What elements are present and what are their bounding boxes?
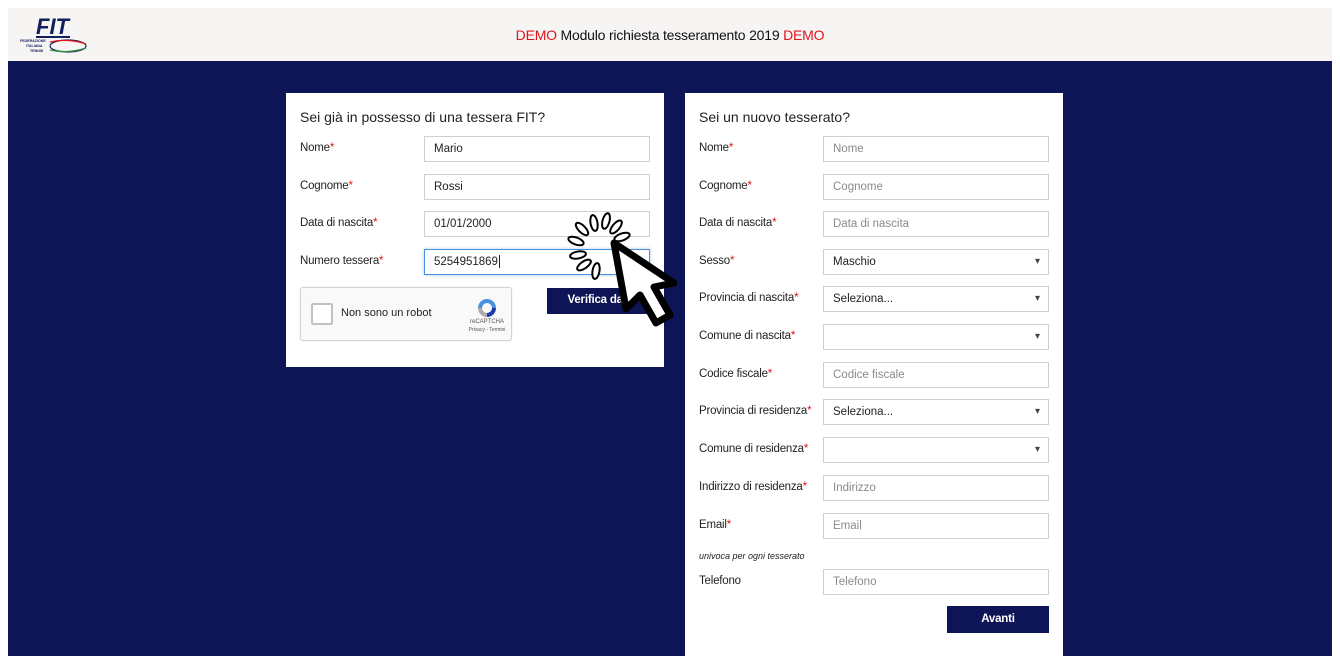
field-label: Indirizzo di residenza* — [699, 481, 807, 493]
new-member-card: Sei un nuovo tesserato? Nome* Nome Cogno… — [685, 93, 1063, 656]
captcha-links[interactable]: Privacy - Termini — [449, 327, 525, 333]
comune-residenza-select[interactable] — [823, 437, 1049, 463]
field-label: Email* — [699, 519, 732, 531]
form-row-provincia-nascita: Provincia di nascita* Seleziona... — [685, 286, 1063, 312]
hand-pointer-click-icon — [567, 212, 678, 327]
demo-tag-left: DEMO — [515, 26, 557, 43]
existing-member-heading: Sei già in possesso di una tessera FIT? — [300, 109, 546, 125]
svg-text:FIT: FIT — [36, 14, 71, 39]
field-label: Nome* — [300, 142, 335, 154]
email-note: univoca per ogni tesserato — [699, 551, 805, 561]
field-label: Cognome* — [300, 180, 353, 192]
form-row-cognome: Cognome* Cognome — [685, 174, 1063, 200]
cognome-input[interactable]: Cognome — [823, 174, 1049, 200]
form-row-comune-residenza: Comune di residenza* — [685, 437, 1063, 463]
field-label: Comune di residenza* — [699, 443, 809, 455]
avanti-button[interactable]: Avanti — [947, 606, 1049, 633]
form-row-telefono: Telefono Telefono — [685, 569, 1063, 595]
form-row-nome: Nome* Mario — [286, 136, 664, 162]
form-row-email: Email* Email — [685, 513, 1063, 539]
field-label: Data di nascita* — [699, 217, 777, 229]
telefono-input[interactable]: Telefono — [823, 569, 1049, 595]
form-row-codice-fiscale: Codice fiscale* Codice fiscale — [685, 362, 1063, 388]
title-text: Modulo richiesta tesseramento 2019 — [556, 26, 784, 43]
cognome-input[interactable]: Rossi — [424, 174, 650, 200]
header-bar: FIT FEDERAZIONE ITALIANA TENNIS DEMO Mod… — [8, 8, 1332, 61]
provincia-nascita-select[interactable]: Seleziona... — [823, 286, 1049, 312]
recaptcha-icon — [478, 299, 496, 317]
page-title: DEMO Modulo richiesta tesseramento 2019 … — [516, 27, 825, 43]
svg-text:ITALIANA: ITALIANA — [26, 44, 43, 48]
indirizzo-input[interactable]: Indirizzo — [823, 475, 1049, 501]
field-label: Sesso* — [699, 255, 735, 267]
main-area: Sei già in possesso di una tessera FIT? … — [8, 61, 1332, 656]
form-row-cognome: Cognome* Rossi — [286, 174, 664, 200]
email-input[interactable]: Email — [823, 513, 1049, 539]
captcha-checkbox[interactable] — [311, 303, 333, 325]
field-label: Cognome* — [699, 180, 752, 192]
field-label: Provincia di residenza* — [699, 405, 812, 417]
field-label: Codice fiscale* — [699, 368, 773, 380]
field-label: Numero tessera* — [300, 255, 384, 267]
comune-nascita-select[interactable] — [823, 324, 1049, 350]
nome-input[interactable]: Nome — [823, 136, 1049, 162]
form-row-indirizzo: Indirizzo di residenza* Indirizzo — [685, 475, 1063, 501]
data-nascita-input[interactable]: Data di nascita — [823, 211, 1049, 237]
svg-text:TENNIS: TENNIS — [30, 49, 44, 53]
recaptcha-widget: Non sono un robot reCAPTCHA Privacy - Te… — [300, 287, 512, 341]
field-label: Data di nascita* — [300, 217, 378, 229]
field-label: Nome* — [699, 142, 734, 154]
new-member-heading: Sei un nuovo tesserato? — [699, 109, 850, 125]
form-row-nome: Nome* Nome — [685, 136, 1063, 162]
field-label: Telefono — [699, 575, 741, 587]
form-row-provincia-residenza: Provincia di residenza* Seleziona... — [685, 399, 1063, 425]
fit-logo[interactable]: FIT FEDERAZIONE ITALIANA TENNIS — [18, 12, 88, 56]
codice-fiscale-input[interactable]: Codice fiscale — [823, 362, 1049, 388]
form-row-data-nascita: Data di nascita* Data di nascita — [685, 211, 1063, 237]
sesso-select[interactable]: Maschio — [823, 249, 1049, 275]
form-row-sesso: Sesso* Maschio — [685, 249, 1063, 275]
form-row-comune-nascita: Comune di nascita* — [685, 324, 1063, 350]
svg-text:FEDERAZIONE: FEDERAZIONE — [20, 39, 46, 43]
field-label: Comune di nascita* — [699, 330, 796, 342]
nome-input[interactable]: Mario — [424, 136, 650, 162]
captcha-label: Non sono un robot — [341, 307, 432, 319]
field-label: Provincia di nascita* — [699, 292, 799, 304]
demo-tag-right: DEMO — [783, 26, 825, 43]
provincia-residenza-select[interactable]: Seleziona... — [823, 399, 1049, 425]
text-caret — [498, 255, 500, 269]
captcha-brand: reCAPTCHA — [469, 319, 504, 325]
